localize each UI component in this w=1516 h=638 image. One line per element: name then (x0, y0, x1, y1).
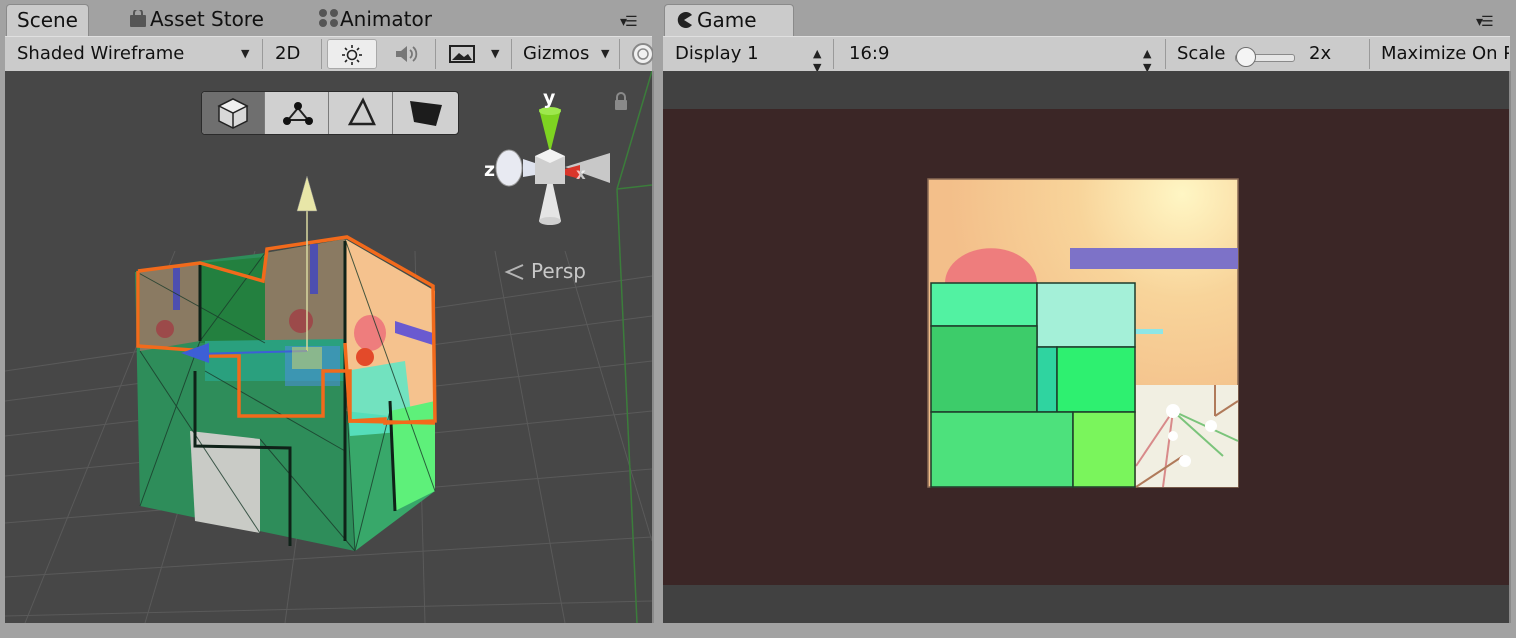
tab-scene[interactable]: Scene (6, 4, 89, 36)
aspect-dropdown[interactable]: 16:9 ▲ ▼ (841, 39, 1157, 74)
scene-search-field[interactable] (623, 39, 653, 69)
scale-label: Scale (1177, 43, 1226, 64)
projection-label[interactable]: Persp (531, 259, 586, 283)
cube-mode-button[interactable] (202, 92, 265, 134)
scale-value-text: 2x (1309, 43, 1332, 64)
vertex-mode-button[interactable] (266, 92, 329, 134)
tab-game[interactable]: Game (664, 4, 794, 36)
game-level (927, 178, 1239, 488)
scene-lighting-toggle[interactable] (327, 39, 377, 69)
scale-value: 2x (1301, 39, 1361, 69)
tab-asset-store-label: Asset Store (150, 7, 264, 31)
game-view[interactable] (663, 71, 1509, 623)
gizmo-z-label: z (484, 159, 496, 181)
gizmo-y-label: y (543, 87, 556, 109)
face-mode-icon (410, 101, 442, 126)
sun-icon (340, 44, 364, 65)
toggle-2d-label: 2D (275, 43, 301, 64)
game-panel: Game ▾☰ Display 1 ▲ ▼ 16:9 ▲ ▼ Scale 2x Ma… (660, 0, 1516, 638)
game-render (663, 109, 1509, 585)
vertex-mode-icon (283, 102, 313, 125)
toggle-2d-button[interactable]: 2D (267, 39, 313, 69)
panel-menu-icon[interactable]: ▾☰ (1476, 14, 1494, 30)
cube-mode-icon (217, 98, 249, 129)
search-icon (625, 43, 653, 65)
persp-arrow-icon (504, 264, 524, 280)
speaker-icon (393, 43, 421, 64)
animator-icon (318, 6, 340, 36)
chevron-down-icon: ▼ (241, 47, 250, 60)
level-cube[interactable] (134, 175, 437, 552)
chevron-down-icon: ▼ (601, 47, 610, 60)
draw-mode-label: Shaded Wireframe (17, 43, 185, 64)
scene-effects-dropdown[interactable]: ▼ (439, 39, 505, 69)
edge-mode-icon (347, 97, 376, 126)
scene-toolbar: Shaded Wireframe ▼ 2D ▼ Gizmos ▼ (5, 36, 653, 72)
scene-tab-bar: Scene Asset Store Animator ▾☰ (0, 0, 656, 36)
edit-mode-toolbar (201, 91, 459, 135)
tab-game-label: Game (697, 8, 757, 32)
image-icon (449, 43, 475, 64)
game-toolbar: Display 1 ▲ ▼ 16:9 ▲ ▼ Scale 2x Maximize O… (663, 36, 1510, 74)
maximize-on-play-toggle[interactable]: Maximize On P (1373, 39, 1509, 69)
panel-menu-icon[interactable]: ▾☰ (620, 14, 638, 30)
face-mode-button[interactable] (394, 92, 457, 134)
scene-audio-toggle[interactable] (383, 39, 429, 69)
shopping-bag-icon (128, 6, 150, 36)
draw-mode-dropdown[interactable]: Shaded Wireframe ▼ (9, 39, 255, 69)
gizmos-dropdown[interactable]: Gizmos ▼ (515, 39, 615, 69)
gizmo-x-label: x (576, 165, 586, 183)
tab-animator[interactable]: Animator (318, 4, 432, 36)
scene-render (5, 71, 652, 623)
orientation-gizmo[interactable] (495, 107, 610, 225)
tab-animator-label: Animator (340, 7, 432, 31)
gizmos-label: Gizmos (523, 43, 590, 64)
edge-mode-button[interactable] (330, 92, 393, 134)
scene-panel: Scene Asset Store Animator ▾☰ Shaded Wir… (0, 0, 656, 638)
aspect-label: 16:9 (849, 43, 890, 64)
maximize-label: Maximize On P (1381, 43, 1509, 64)
lock-icon[interactable] (615, 92, 627, 110)
game-tab-bar: Game ▾☰ (660, 0, 1516, 36)
scene-viewport[interactable]: y z x Persp (5, 71, 652, 623)
tab-asset-store[interactable]: Asset Store (128, 4, 264, 36)
display-dropdown[interactable]: Display 1 ▲ ▼ (667, 39, 827, 74)
pacman-icon (675, 7, 697, 37)
chevron-down-icon: ▼ (491, 47, 500, 60)
display-label: Display 1 (675, 43, 759, 64)
tab-scene-label: Scene (17, 8, 78, 32)
scale-slider-handle[interactable] (1236, 47, 1256, 67)
